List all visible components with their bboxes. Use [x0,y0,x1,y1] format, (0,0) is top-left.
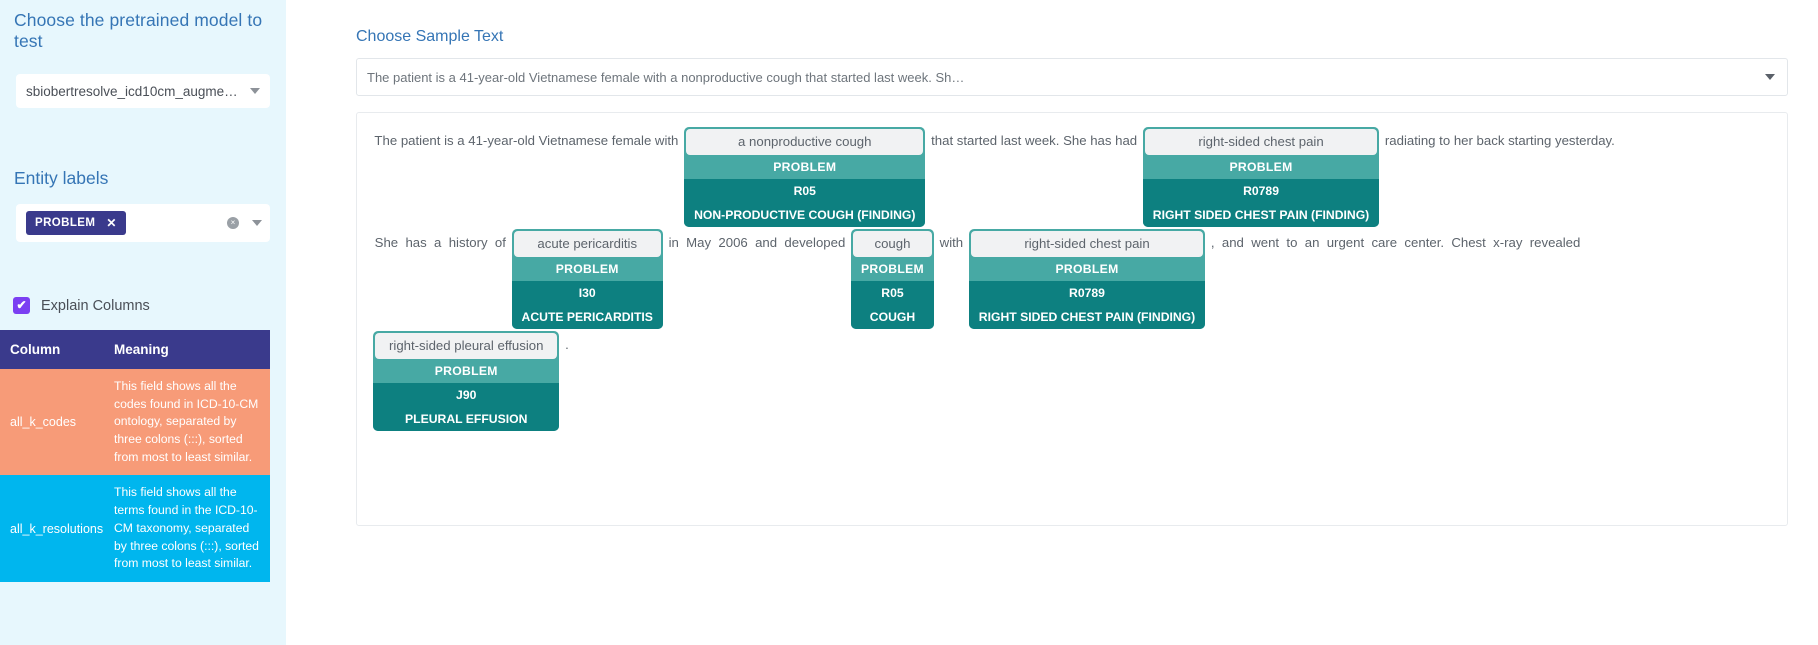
annotation-line: She has a history of acute pericarditis P… [371,229,1771,329]
annotation-line: The patient is a 41-year-old Vietnamese … [371,127,1771,227]
entity-label: PROBLEM [373,359,560,383]
close-icon[interactable]: ✕ [106,216,116,230]
entity-resolution: COUGH [850,305,934,329]
annotation-text: The patient is a 41-year-old Vietnamese … [371,133,683,148]
entity-code: R05 [684,179,926,203]
entity-chunk-text: cough [852,231,932,257]
clear-all-icon[interactable]: × [227,217,239,229]
entity-label: PROBLEM [850,257,934,281]
entity-chunk-text: right-sided chest pain [1144,129,1378,155]
sample-text-select[interactable]: The patient is a 41-year-old Vietnamese … [356,58,1788,96]
entity-tag-problem[interactable]: PROBLEM ✕ [26,211,126,235]
cell-meaning: This field shows all the terms found in … [104,475,270,582]
entity-annotation[interactable]: right-sided chest pain PROBLEM R0789 RIGHT … [968,229,1206,329]
entity-code: I30 [511,281,663,305]
entity-resolution: RIGHT SIDED CHEST PAIN (FINDING) [1142,203,1380,227]
annotation-text: in May 2006 and developed [664,235,849,250]
entity-resolution: NON-PRODUCTIVE COUGH (FINDING) [684,203,926,227]
entity-annotation[interactable]: right-sided pleural effusion PROBLEM J90 PL… [373,331,560,431]
annotation-lines: The patient is a 41-year-old Vietnamese … [371,127,1771,431]
annotation-text: that started last week. She has had [927,133,1141,148]
entity-code: R0789 [968,281,1206,305]
entity-label: PROBLEM [511,257,663,281]
entity-label: PROBLEM [1142,155,1380,179]
sidebar: Choose the pretrained model to test sbio… [0,0,286,645]
cell-meaning: This field shows all the codes found in … [104,369,270,476]
entity-code: R0789 [1142,179,1380,203]
table-row: all_k_resolutions This field shows all t… [0,475,270,582]
entity-labels-title: Entity labels [14,168,109,188]
cell-column-name: all_k_codes [0,369,104,476]
chevron-down-icon[interactable] [252,220,262,226]
table-header-row: Column Meaning [0,330,270,369]
entity-chunk-text: a nonproductive cough [686,129,924,155]
table-row: all_k_codes This field shows all the cod… [0,369,270,476]
annotation-text: . [561,337,573,352]
entity-resolution: RIGHT SIDED CHEST PAIN (FINDING) [968,305,1206,329]
entity-chunk-text: acute pericarditis [513,231,661,257]
annotation-panel: The patient is a 41-year-old Vietnamese … [356,112,1788,526]
explain-columns-label: Explain Columns [41,297,150,314]
entity-labels-input[interactable]: PROBLEM ✕ × [16,204,270,242]
explain-columns-checkbox-row[interactable]: ✔ Explain Columns [8,297,286,314]
cell-column-name: all_k_resolutions [0,475,104,582]
annotation-text: radiating to her back starting yesterday… [1381,133,1619,148]
entity-chunk-text: right-sided chest pain [970,231,1204,257]
entity-label: PROBLEM [684,155,926,179]
entity-chunk-text: right-sided pleural effusion [375,333,558,359]
entity-annotation[interactable]: cough PROBLEM R05 COUGH [850,229,934,329]
entity-code: J90 [373,383,560,407]
sample-section-title: Choose Sample Text [356,28,504,45]
checkbox-icon[interactable]: ✔ [13,297,30,314]
entity-tag-label: PROBLEM [35,217,96,229]
chevron-down-icon [250,88,260,94]
entity-resolution: ACUTE PERICARDITIS [511,305,663,329]
main-content: Choose Sample Text The patient is a 41-y… [286,0,1818,645]
entity-label: PROBLEM [968,257,1206,281]
app-root: Choose the pretrained model to test sbio… [0,0,1818,645]
annotation-text: She has a history of [371,235,510,250]
entity-annotation[interactable]: right-sided chest pain PROBLEM R0789 RIGHT … [1142,127,1380,227]
entity-resolution: PLEURAL EFFUSION [373,407,560,431]
model-select[interactable]: sbiobertresolve_icd10cm_augmented [16,74,270,108]
entity-annotation[interactable]: acute pericarditis PROBLEM I30 ACUTE PERICA… [511,229,663,329]
annotation-text: with [936,235,967,250]
header-column: Column [0,330,104,369]
chevron-down-icon [1765,74,1775,80]
entity-code: R05 [850,281,934,305]
model-select-value: sbiobertresolve_icd10cm_augmented [26,83,242,99]
model-section-title: Choose the pretrained model to test [14,10,263,51]
explain-columns-table: Column Meaning all_k_codes This field sh… [0,330,270,582]
entity-annotation[interactable]: a nonproductive cough PROBLEM R05 NON-PRODU… [684,127,926,227]
annotation-line: right-sided pleural effusion PROBLEM J90 PL… [371,331,1771,431]
header-meaning: Meaning [104,330,270,369]
annotation-text: , and went to an urgent care center. Che… [1207,235,1585,250]
sample-text-value: The patient is a 41-year-old Vietnamese … [367,69,965,85]
